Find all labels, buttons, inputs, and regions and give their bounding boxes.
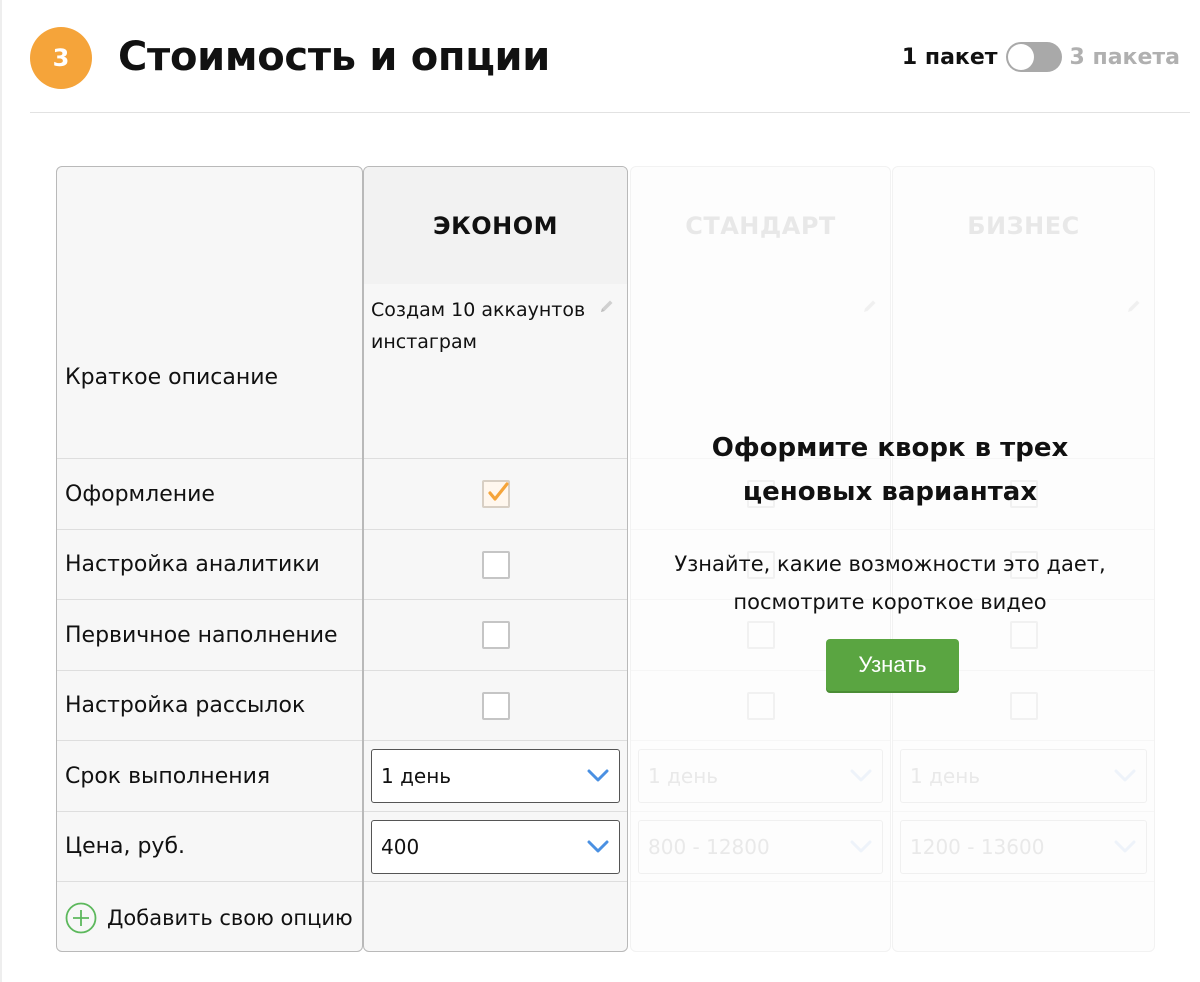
price-select-econom[interactable]: 400: [371, 820, 620, 874]
price-cell-standart: 800 - 12800: [631, 811, 890, 881]
analytics-cell-econom: [364, 529, 627, 599]
row-label-design: Оформление: [57, 458, 362, 529]
analytics-checkbox-econom[interactable]: [481, 550, 510, 579]
row-label-text: Цена, руб.: [65, 834, 186, 859]
row-label-filling: Первичное наполнение: [57, 599, 362, 670]
row-label-text: Оформление: [65, 481, 215, 507]
add-option-cell-econom: [364, 881, 627, 951]
toggle-label-three-packages[interactable]: 3 пакета: [1070, 45, 1180, 70]
package-name-econom: ЭКОНОМ: [364, 167, 627, 284]
mailing-checkbox-econom[interactable]: [481, 691, 510, 720]
promo-text: Узнайте, какие возможности это дает, пос…: [674, 552, 1106, 614]
chevron-down-icon: [850, 840, 872, 853]
chevron-down-icon: [587, 769, 609, 782]
price-select-biznes: 1200 - 13600: [900, 820, 1147, 874]
description-text-econom[interactable]: Создам 10 аккаунтов инстаграм: [371, 294, 586, 358]
price-cell-biznes: 1200 - 13600: [893, 811, 1154, 881]
add-option-row: Добавить свою опцию: [57, 881, 362, 951]
select-value: 800 - 12800: [648, 835, 770, 859]
select-value: 1 день: [648, 764, 719, 788]
pencil-icon[interactable]: [599, 298, 615, 314]
plus-circle-icon: [65, 902, 97, 933]
add-option-button[interactable]: Добавить свою опцию: [57, 882, 353, 951]
step-badge: 3: [30, 27, 92, 89]
row-label-text: Краткое описание: [65, 364, 279, 390]
checkmark-icon: [487, 482, 509, 501]
chevron-down-icon: [587, 840, 609, 853]
price-cell-econom: 400: [364, 811, 627, 881]
filling-checkbox-econom[interactable]: [481, 621, 510, 649]
filling-cell-econom: [364, 599, 627, 670]
add-option-cell-standart: [631, 881, 890, 951]
add-option-cell-biznes: [893, 881, 1154, 951]
design-checkbox-econom[interactable]: [481, 480, 510, 508]
package-name-biznes: БИЗНЕС: [967, 211, 1080, 240]
chevron-down-icon: [1114, 840, 1136, 853]
select-value: 1 день: [910, 764, 981, 788]
deadline-cell-biznes: 1 день: [893, 740, 1154, 811]
chevron-down-icon: [850, 769, 872, 782]
section-title: Стоимость и опции: [118, 34, 551, 80]
add-option-label: Добавить свою опцию: [107, 905, 353, 930]
row-label-deadline: Срок выполнения: [57, 740, 362, 811]
package-name-standart: СТАНДАРТ: [685, 211, 836, 240]
row-label-text: Настройка рассылок: [65, 693, 306, 718]
package-column-econom: ЭКОНОМ Создам 10 аккаунтов инстаграм 1 д…: [363, 166, 628, 952]
option-labels-column: Краткое описание Оформление Настройка ан…: [56, 166, 363, 952]
pencil-icon: [862, 298, 878, 314]
select-value: 1200 - 13600: [910, 835, 1045, 859]
row-label-mailing: Настройка рассылок: [57, 670, 362, 740]
switch-knob: [1007, 44, 1034, 70]
package-switch[interactable]: [1005, 42, 1062, 72]
select-value: 400: [381, 835, 420, 859]
deadline-cell-econom: 1 день: [364, 740, 627, 811]
deadline-select-standart: 1 день: [638, 749, 883, 803]
row-label-text: Настройка аналитики: [65, 552, 320, 577]
select-value: 1 день: [381, 764, 452, 788]
filling-checkbox-biznes: [1009, 621, 1038, 649]
mailing-cell-econom: [364, 670, 627, 740]
row-label-price: Цена, руб.: [57, 811, 362, 881]
row-label-analytics: Настройка аналитики: [57, 529, 362, 599]
deadline-select-econom[interactable]: 1 день: [371, 749, 620, 803]
header-divider: [30, 112, 1190, 113]
row-label-text: Первичное наполнение: [65, 622, 338, 648]
page-left-edge: [0, 0, 2, 982]
toggle-label-one-package[interactable]: 1 пакет: [902, 45, 998, 70]
learn-more-button[interactable]: Узнать: [826, 639, 959, 691]
deadline-cell-standart: 1 день: [631, 740, 890, 811]
mailing-checkbox-standart: [746, 691, 775, 720]
row-label-text: Срок выполнения: [65, 763, 271, 789]
mailing-checkbox-biznes: [1009, 691, 1038, 720]
pencil-icon: [1126, 298, 1142, 314]
chevron-down-icon: [1114, 769, 1136, 782]
description-cell-econom[interactable]: Создам 10 аккаунтов инстаграм: [364, 284, 627, 458]
row-label-description: Краткое описание: [57, 284, 362, 458]
filling-checkbox-standart: [746, 621, 775, 649]
design-cell-econom: [364, 458, 627, 529]
package-toggle: 1 пакет 3 пакета: [902, 42, 1180, 72]
promo-title: Оформите кворк в трех ценовых вариантах: [711, 433, 1069, 507]
price-select-standart: 800 - 12800: [638, 820, 883, 874]
deadline-select-biznes: 1 день: [900, 749, 1147, 803]
